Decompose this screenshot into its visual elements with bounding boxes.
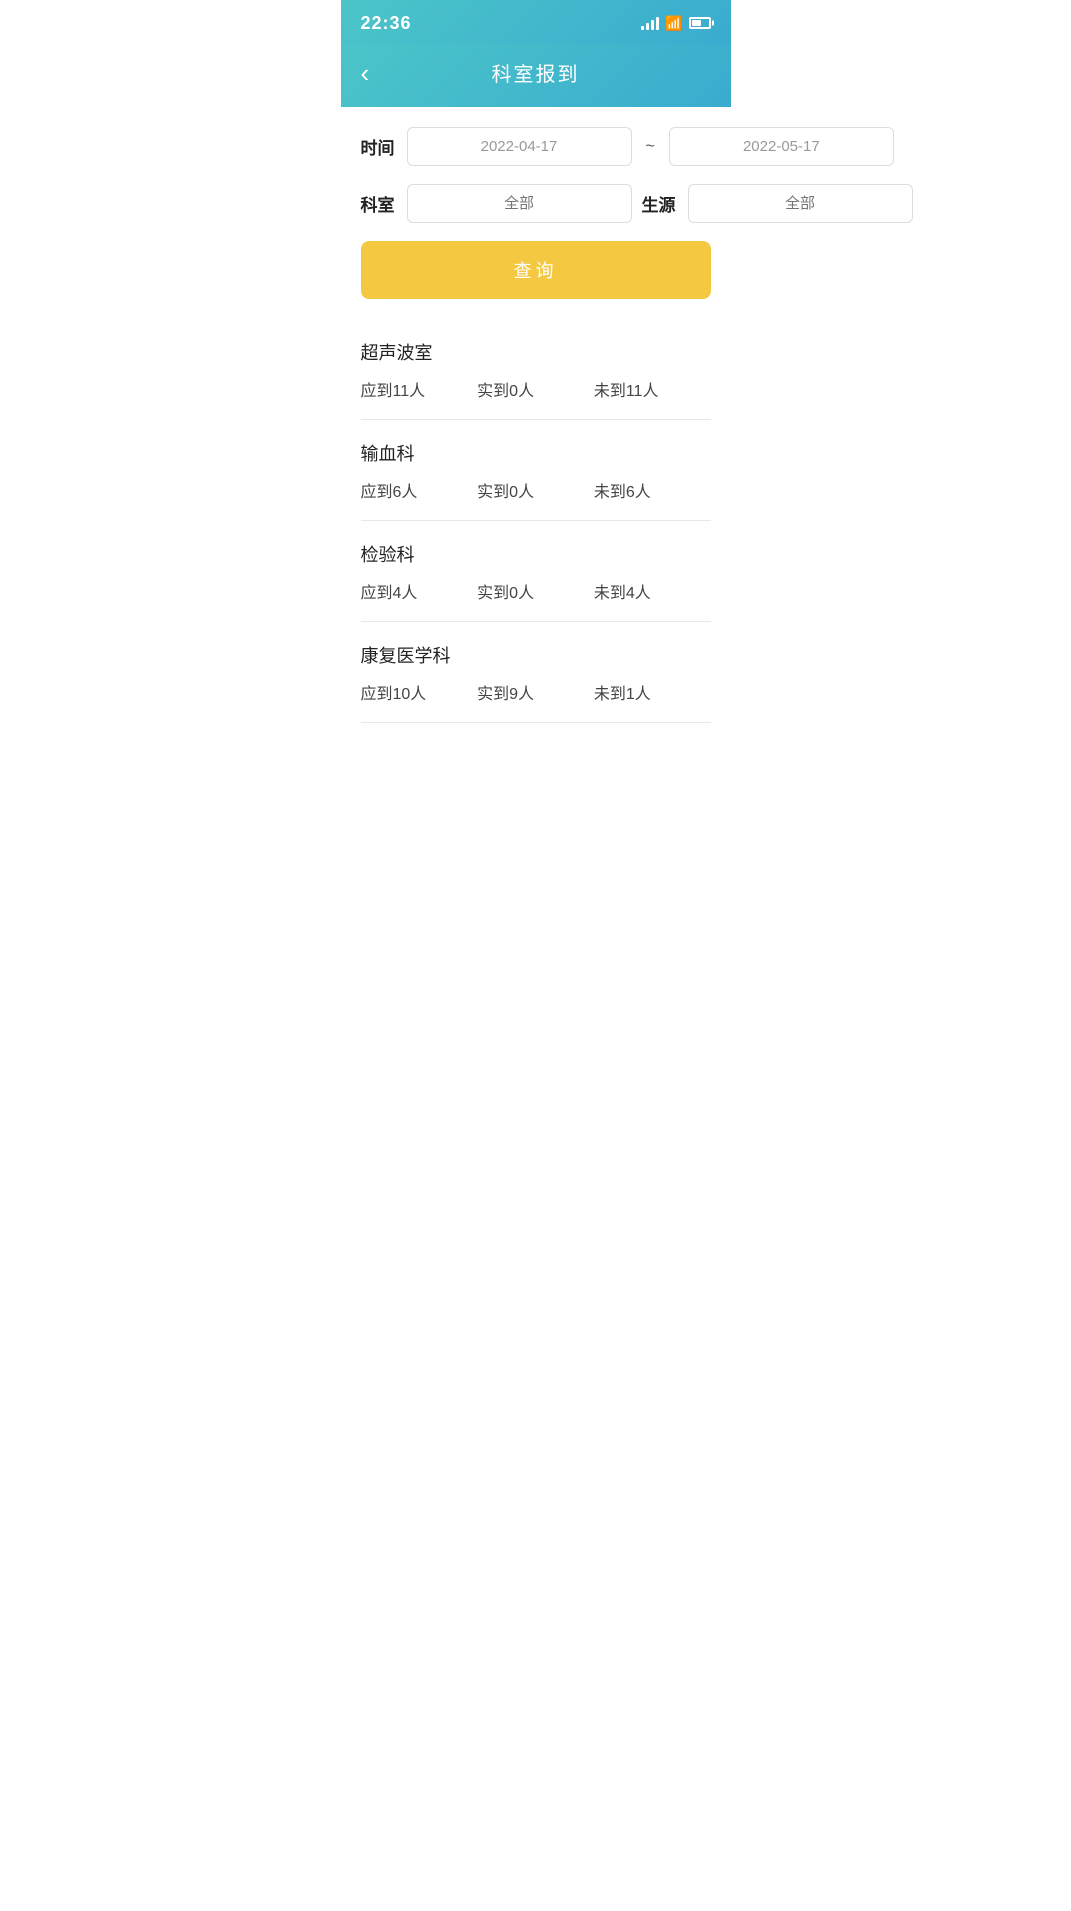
- dept-name: 康复医学科: [361, 642, 711, 668]
- main-content: 时间 ~ 科室 生源 查询 超声波室 应到11人 实到0人 未到11人 输血科: [341, 107, 731, 723]
- dept-stats: 应到4人 实到0人 未到4人: [361, 579, 711, 621]
- status-icons: 📶: [641, 15, 710, 32]
- dept-item: 输血科 应到6人 实到0人 未到6人: [361, 420, 711, 521]
- dept-expected: 应到10人: [361, 680, 478, 704]
- status-time: 22:36: [361, 13, 412, 34]
- status-bar: 22:36 📶: [341, 0, 731, 44]
- dept-absent: 未到6人: [594, 478, 711, 502]
- dept-actual: 实到9人: [477, 680, 594, 704]
- date-to-input[interactable]: [669, 127, 894, 166]
- dept-name: 超声波室: [361, 339, 711, 365]
- dept-name: 检验科: [361, 541, 711, 567]
- date-from-input[interactable]: [407, 127, 632, 166]
- dept-absent: 未到1人: [594, 680, 711, 704]
- wifi-icon: 📶: [665, 15, 682, 32]
- source-input[interactable]: [688, 184, 913, 223]
- dept-expected: 应到4人: [361, 579, 478, 603]
- dept-actual: 实到0人: [477, 478, 594, 502]
- dept-input[interactable]: [407, 184, 632, 223]
- dept-absent: 未到4人: [594, 579, 711, 603]
- dept-expected: 应到6人: [361, 478, 478, 502]
- dept-actual: 实到0人: [477, 377, 594, 401]
- page-title: 科室报到: [492, 58, 580, 87]
- back-button[interactable]: ‹: [361, 60, 370, 86]
- dept-item: 康复医学科 应到10人 实到9人 未到1人: [361, 622, 711, 723]
- dept-expected: 应到11人: [361, 377, 478, 401]
- battery-icon: [689, 17, 711, 29]
- dept-item: 超声波室 应到11人 实到0人 未到11人: [361, 319, 711, 420]
- date-separator: ~: [642, 138, 659, 156]
- dept-actual: 实到0人: [477, 579, 594, 603]
- dept-stats: 应到11人 实到0人 未到11人: [361, 377, 711, 419]
- dept-stats: 应到10人 实到9人 未到1人: [361, 680, 711, 722]
- query-button[interactable]: 查询: [361, 241, 711, 299]
- results-list: 超声波室 应到11人 实到0人 未到11人 输血科 应到6人 实到0人 未到6人…: [361, 319, 711, 723]
- dept-source-filter-row: 科室 生源: [361, 184, 711, 223]
- filter-section: 时间 ~ 科室 生源 查询: [361, 127, 711, 319]
- dept-stats: 应到6人 实到0人 未到6人: [361, 478, 711, 520]
- dept-item: 检验科 应到4人 实到0人 未到4人: [361, 521, 711, 622]
- dept-absent: 未到11人: [594, 377, 711, 401]
- source-label: 生源: [642, 191, 678, 216]
- page-header: ‹ 科室报到: [341, 44, 731, 107]
- time-filter-row: 时间 ~: [361, 127, 711, 166]
- time-label: 时间: [361, 134, 397, 159]
- signal-icon: [641, 16, 659, 30]
- dept-label: 科室: [361, 191, 397, 216]
- dept-name: 输血科: [361, 440, 711, 466]
